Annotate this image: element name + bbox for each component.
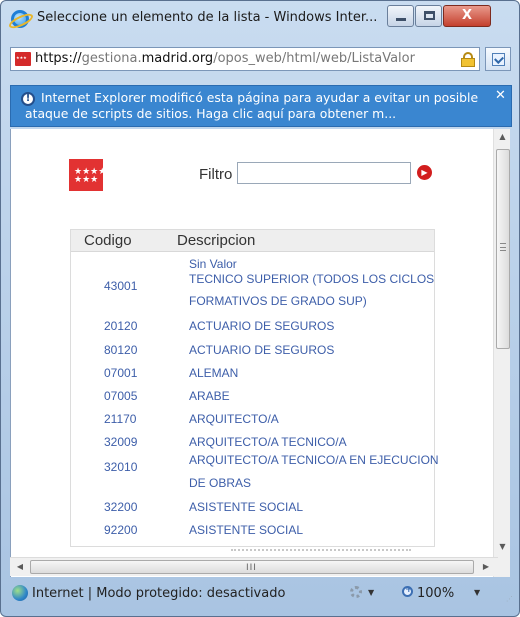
vertical-scrollbar[interactable]: ▲ ▼ — [493, 129, 510, 577]
logo-stars: ★★★★ ★★★ — [74, 167, 107, 185]
internet-zone-icon — [12, 585, 28, 601]
column-header-codigo: Codigo — [84, 232, 132, 249]
zoom-control[interactable]: 100% ▼ — [402, 585, 492, 603]
protected-mode-button[interactable]: ▼ — [350, 584, 378, 604]
url-protocol: https:// — [35, 51, 82, 66]
close-button[interactable]: X — [443, 5, 491, 27]
compatibility-view-button[interactable] — [485, 47, 511, 71]
url-host: madrid.org — [141, 51, 214, 66]
address-bar[interactable]: https://gestiona.madrid.org/opos_web/htm… — [10, 47, 480, 71]
status-bar: Internet | Modo protegido: desactivado ▼… — [10, 579, 513, 609]
zoom-level: 100% — [417, 586, 455, 601]
row-code[interactable]: 07005 — [104, 389, 137, 403]
table-header: Codigo Descripcion — [71, 230, 434, 252]
row-code[interactable]: 20120 — [104, 319, 137, 333]
filter-go-button[interactable]: ▶ — [417, 165, 432, 180]
row-desc[interactable]: ARQUITECTO/A TECNICO/A — [189, 435, 347, 449]
information-bar-close-icon[interactable]: ✕ — [495, 88, 506, 103]
chevron-down-icon: ▼ — [368, 588, 375, 597]
scroll-up-icon[interactable]: ▲ — [494, 129, 510, 145]
no-value-link[interactable]: Sin Valor — [189, 257, 237, 271]
url-path: /opos_web/html/web/ListaValor — [213, 51, 415, 66]
compatibility-icon — [492, 53, 505, 66]
site-favicon-icon — [15, 52, 31, 66]
scroll-right-icon[interactable]: ▶ — [478, 559, 494, 575]
row-code[interactable]: 92200 — [104, 523, 137, 537]
row-code[interactable]: 80120 — [104, 343, 137, 357]
url-text[interactable]: https://gestiona.madrid.org/opos_web/htm… — [35, 51, 447, 66]
filter-input[interactable] — [237, 162, 411, 184]
window-title: Seleccione un elemento de la lista - Win… — [37, 10, 378, 25]
lock-icon[interactable] — [461, 52, 475, 67]
zoom-icon — [402, 585, 413, 597]
scroll-down-icon[interactable]: ▼ — [494, 539, 510, 555]
minimize-icon — [396, 18, 406, 21]
information-bar[interactable]: ! Internet Explorer modificó esta página… — [10, 85, 512, 127]
zoom-dropdown-icon[interactable]: ▼ — [474, 588, 480, 597]
row-code[interactable]: 32009 — [104, 435, 137, 449]
information-bar-message[interactable]: Internet Explorer modificó esta página p… — [25, 90, 491, 122]
filter-label: Filtro — [199, 166, 233, 183]
row-desc[interactable]: ALEMAN — [189, 366, 238, 380]
maximize-button[interactable] — [415, 5, 442, 27]
row-code[interactable]: 43001 — [104, 279, 137, 293]
page-content: ★★★★ ★★★ Filtro ▶ Codigo Descripcion Sin … — [11, 129, 493, 577]
row-desc[interactable]: ACTUARIO DE SEGUROS — [189, 343, 334, 357]
url-subdomain: gestiona. — [81, 51, 142, 66]
vertical-scroll-thumb[interactable] — [496, 149, 510, 349]
gear-icon — [350, 586, 362, 598]
comunidad-madrid-logo: ★★★★ ★★★ — [69, 159, 107, 191]
horizontal-scroll-thumb[interactable]: III — [30, 560, 474, 574]
maximize-icon — [424, 11, 435, 20]
grip-icon — [500, 243, 506, 251]
row-code[interactable]: 21170 — [104, 412, 136, 426]
row-desc[interactable]: ASISTENTE SOCIAL — [189, 523, 303, 537]
resize-grip-icon[interactable]: ⋰ — [506, 595, 516, 605]
internet-explorer-icon — [11, 10, 29, 28]
values-table: Codigo Descripcion Sin Valor 43001 TECNI… — [70, 229, 439, 547]
browser-window: Seleccione un elemento de la lista - Win… — [0, 0, 520, 617]
row-desc[interactable]: ASISTENTE SOCIAL — [189, 500, 303, 514]
column-header-descripcion: Descripcion — [177, 232, 256, 249]
row-desc-cont[interactable]: DE OBRAS — [189, 476, 251, 490]
row-desc[interactable]: ARABE — [189, 389, 230, 403]
row-code[interactable]: 32010 — [104, 460, 137, 474]
row-desc[interactable]: TECNICO SUPERIOR (TODOS LOS CICLOS — [189, 272, 434, 286]
row-desc[interactable]: ARQUITECTO/A TECNICO/A EN EJECUCION — [189, 453, 439, 467]
row-desc[interactable]: ACTUARIO DE SEGUROS — [189, 319, 334, 333]
row-desc[interactable]: ARQUITECTO/A — [189, 412, 279, 426]
pagination-dots — [231, 549, 411, 551]
horizontal-scrollbar[interactable]: ◀ III ▶ — [10, 557, 498, 576]
horizontal-grip: III — [246, 563, 257, 573]
status-text: Internet | Modo protegido: desactivado — [32, 586, 286, 601]
minimize-button[interactable] — [387, 5, 414, 27]
row-code[interactable]: 07001 — [104, 366, 137, 380]
row-code[interactable]: 32200 — [104, 500, 137, 514]
scroll-left-icon[interactable]: ◀ — [12, 559, 28, 575]
row-desc-cont[interactable]: FORMATIVOS DE GRADO SUP) — [189, 294, 367, 308]
title-bar: Seleccione un elemento de la lista - Win… — [1, 1, 519, 37]
page-viewport: ★★★★ ★★★ Filtro ▶ Codigo Descripcion Sin … — [10, 129, 510, 577]
